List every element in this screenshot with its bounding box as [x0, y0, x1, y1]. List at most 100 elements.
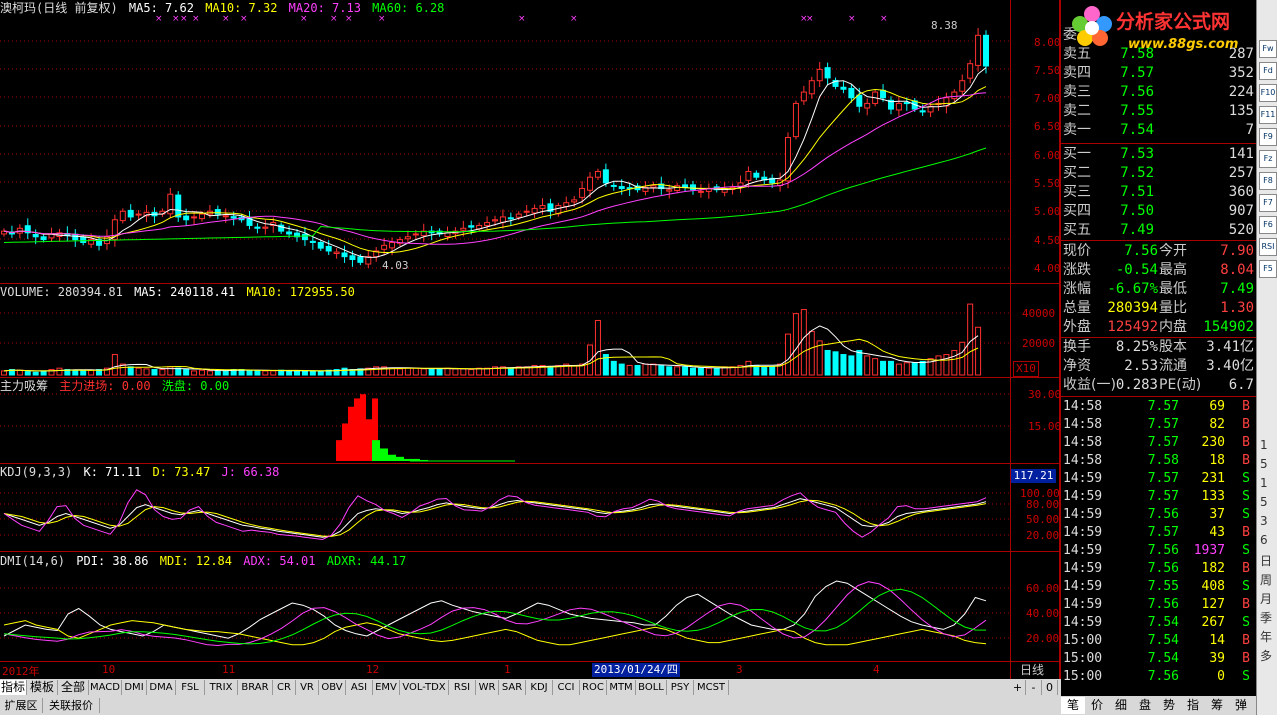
indicator-tab-mcst[interactable]: MCST — [694, 680, 729, 695]
fund-value-2: 3.41亿 — [1206, 339, 1254, 355]
bid-row[interactable]: 买二 7.52 257 — [1061, 164, 1256, 183]
zljc-bars — [336, 394, 515, 462]
period-label[interactable]: 日线 — [1020, 663, 1044, 677]
volume-bar — [507, 367, 514, 376]
tab-control-0[interactable]: + — [1010, 680, 1026, 695]
kline-chart-area[interactable]: × × × × × × × × × × × × ×× × × — [0, 0, 1061, 679]
indicator-tab-trix[interactable]: TRIX — [205, 680, 238, 695]
toolbar-period-3[interactable]: 5 — [1260, 495, 1268, 509]
tick-row: 14:58 7.57 82 B — [1061, 416, 1256, 434]
tick-volume: 230 — [1201, 435, 1225, 450]
toolbar-button-f7[interactable]: F7 — [1259, 194, 1277, 212]
bid-row[interactable]: 买三 7.51 360 — [1061, 183, 1256, 202]
indicator-tab-rsi[interactable]: RSI — [449, 680, 476, 695]
toolbar-button-f8[interactable]: F8 — [1259, 172, 1277, 190]
indicator-tab-macd[interactable]: MACD — [89, 680, 122, 695]
toolbar-button-f10[interactable]: F10 — [1259, 84, 1277, 102]
flower-icon — [1072, 6, 1112, 46]
toolbar-period-11[interactable]: 多 — [1260, 647, 1272, 664]
ask-row[interactable]: 卖二 7.55 135 — [1061, 102, 1256, 121]
bid-label: 买五 — [1063, 222, 1091, 238]
bid-row[interactable]: 买一 7.53 141 — [1061, 145, 1256, 164]
candle-body — [286, 231, 293, 235]
toolbar-button-f11[interactable]: F11 — [1259, 106, 1277, 124]
indicator-tab-vr[interactable]: VR — [296, 680, 319, 695]
quote-tab-4[interactable]: 势 — [1157, 697, 1181, 714]
indicator-tab-kdj[interactable]: KDJ — [526, 680, 553, 695]
price-tick-2: 7.00 — [1034, 92, 1061, 105]
signal-marker: × — [300, 14, 308, 24]
tab-control-2[interactable]: 0 — [1042, 680, 1058, 695]
indicator-tab-brar[interactable]: BRAR — [238, 680, 273, 695]
toolbar-button-f6[interactable]: F6 — [1259, 216, 1277, 234]
candle-body — [389, 241, 396, 249]
indicator-tab-boll[interactable]: BOLL — [636, 680, 667, 695]
ask-row[interactable]: 卖四 7.57 352 — [1061, 64, 1256, 83]
candle-body — [848, 87, 855, 99]
tick-volume: 43 — [1209, 525, 1225, 540]
toolbar-period-7[interactable]: 周 — [1260, 571, 1272, 588]
quote-tab-2[interactable]: 细 — [1109, 697, 1133, 714]
toolbar-period-9[interactable]: 季 — [1260, 609, 1272, 626]
indicator-tab-dma[interactable]: DMA — [147, 680, 176, 695]
bid-row[interactable]: 买五 7.49 520 — [1061, 221, 1256, 240]
indicator-tab-sar[interactable]: SAR — [499, 680, 526, 695]
tick-row: 14:59 7.56 37 S — [1061, 506, 1256, 524]
candle-body — [531, 207, 538, 214]
indicator-tab-fsl[interactable]: FSL — [176, 680, 205, 695]
kdj-lines — [3, 489, 987, 541]
stat-value: 7.56 — [1124, 243, 1158, 259]
tab-control-1[interactable]: - — [1026, 680, 1042, 695]
toolbar-button-fz[interactable]: Fz — [1259, 150, 1277, 168]
indicator-tab-roc[interactable]: ROC — [580, 680, 607, 695]
tab-related-quote[interactable]: 关联报价 — [43, 698, 100, 713]
indicator-tab-指标[interactable]: 指标 — [0, 680, 27, 695]
tick-time: 14:59 — [1063, 507, 1103, 522]
tab-extension[interactable]: 扩展区 — [0, 698, 43, 713]
toolbar-button-fd[interactable]: Fd — [1259, 62, 1277, 80]
toolbar-period-6[interactable]: 日 — [1260, 552, 1272, 569]
indicator-tab-mtm[interactable]: MTM — [607, 680, 636, 695]
toolbar-period-4[interactable]: 3 — [1260, 514, 1268, 528]
toolbar-period-10[interactable]: 年 — [1260, 628, 1272, 645]
quote-tab-1[interactable]: 价 — [1085, 697, 1109, 714]
toolbar-button-f5[interactable]: F5 — [1259, 260, 1277, 278]
indicator-tab-obv[interactable]: OBV — [319, 680, 346, 695]
ask-row[interactable]: 卖三 7.56 224 — [1061, 83, 1256, 102]
indicator-tab-wr[interactable]: WR — [476, 680, 499, 695]
quote-tab-3[interactable]: 盘 — [1133, 697, 1157, 714]
fund-label-2: 流通 — [1159, 358, 1187, 374]
toolbar-period-1[interactable]: 5 — [1260, 457, 1268, 471]
indicator-tab-cr[interactable]: CR — [273, 680, 296, 695]
candle-body — [484, 222, 491, 226]
bid-volume: 141 — [1228, 146, 1254, 162]
candle-body — [301, 233, 308, 241]
indicator-tab-cci[interactable]: CCI — [553, 680, 580, 695]
tick-volume: 18 — [1209, 453, 1225, 468]
indicator-tab-vol-tdx[interactable]: VOL-TDX — [400, 680, 449, 695]
indicator-tab-asi[interactable]: ASI — [346, 680, 373, 695]
toolbar-period-0[interactable]: 1 — [1260, 438, 1268, 452]
toolbar-button-fw[interactable]: Fw — [1259, 40, 1277, 58]
indicator-tab-全部[interactable]: 全部 — [58, 680, 89, 695]
ask-row[interactable]: 卖一 7.54 7 — [1061, 121, 1256, 140]
quote-tab-6[interactable]: 筹 — [1205, 697, 1229, 714]
indicator-tab-dmi[interactable]: DMI — [122, 680, 147, 695]
toolbar-period-8[interactable]: 月 — [1260, 590, 1272, 607]
quote-tab-5[interactable]: 指 — [1181, 697, 1205, 714]
quote-tab-0[interactable]: 笔 — [1061, 697, 1085, 714]
indicator-tab-psy[interactable]: PSY — [667, 680, 694, 695]
quote-tab-7[interactable]: 弹 — [1229, 697, 1253, 714]
volume-bar — [792, 313, 799, 376]
kdj-tick-3: 20.00 — [1026, 529, 1060, 542]
bid-row[interactable]: 买四 7.50 907 — [1061, 202, 1256, 221]
dmi-tick-0: 60.00 — [1026, 582, 1060, 595]
toolbar-period-2[interactable]: 1 — [1260, 476, 1268, 490]
toolbar-button-rsi[interactable]: RSI — [1259, 238, 1277, 256]
tick-side: S — [1242, 471, 1250, 486]
bid-volume: 520 — [1228, 222, 1254, 238]
toolbar-button-f9[interactable]: F9 — [1259, 128, 1277, 146]
indicator-tab-模板[interactable]: 模板 — [27, 680, 58, 695]
toolbar-period-5[interactable]: 6 — [1260, 533, 1268, 547]
indicator-tab-emv[interactable]: EMV — [373, 680, 400, 695]
